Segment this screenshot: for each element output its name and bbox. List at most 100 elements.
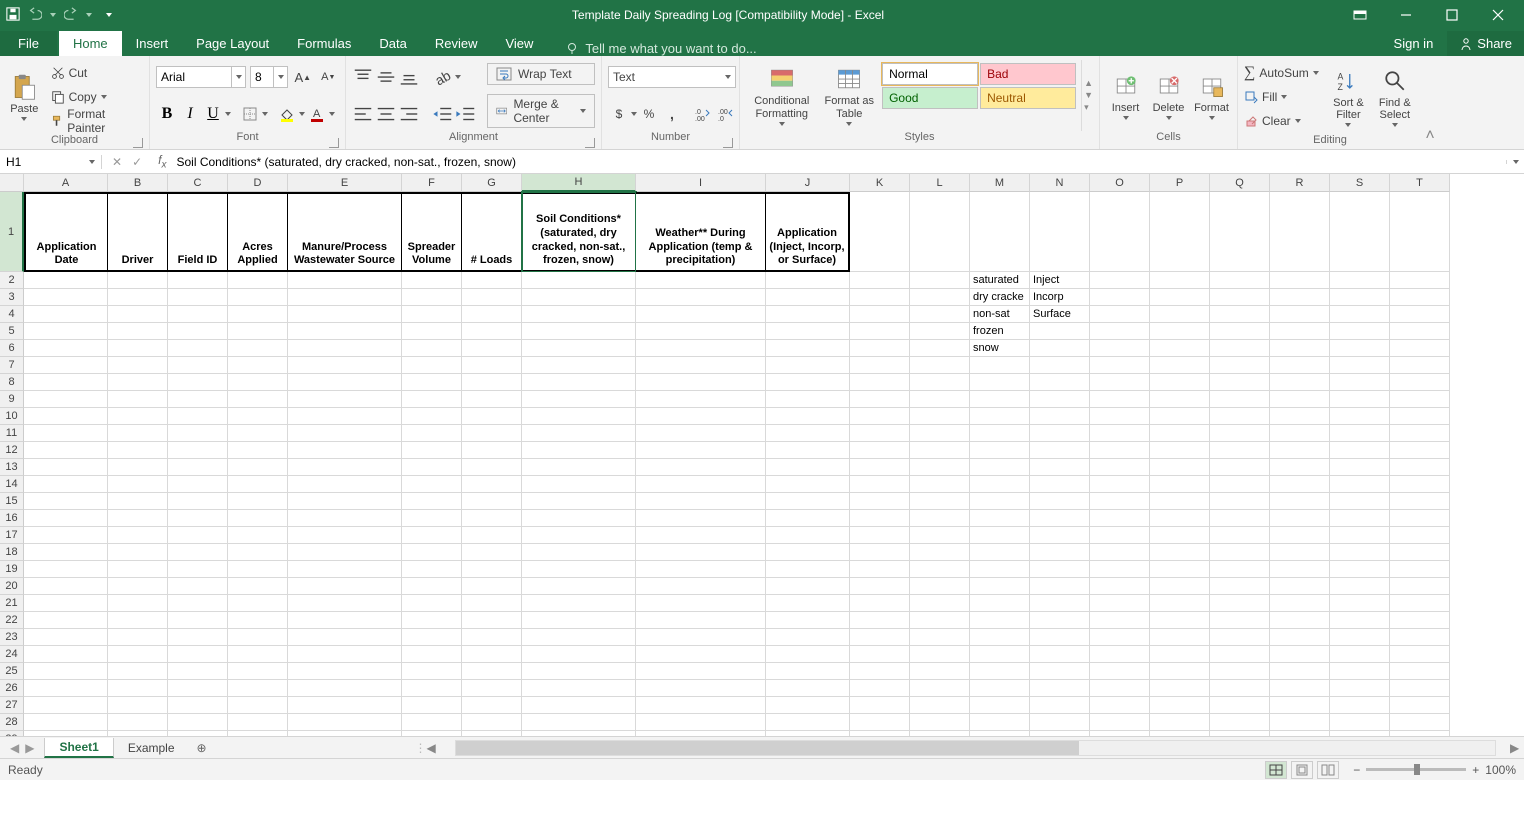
- cell[interactable]: [1270, 340, 1330, 357]
- cell[interactable]: [522, 527, 636, 544]
- cell[interactable]: [766, 442, 850, 459]
- row-header[interactable]: 26: [0, 680, 24, 697]
- cell[interactable]: [1330, 663, 1390, 680]
- cell[interactable]: [970, 697, 1030, 714]
- cell[interactable]: [1030, 425, 1090, 442]
- cell[interactable]: [910, 192, 970, 272]
- cell[interactable]: [1210, 192, 1270, 272]
- cell[interactable]: [168, 544, 228, 561]
- fill-color-dropdown-icon[interactable]: [299, 112, 305, 116]
- cell[interactable]: [1150, 629, 1210, 646]
- cell-style-neutral[interactable]: Neutral: [980, 87, 1076, 109]
- hscroll-thumb[interactable]: [456, 741, 1080, 755]
- cell[interactable]: [1150, 561, 1210, 578]
- cell[interactable]: [1330, 578, 1390, 595]
- cell[interactable]: [766, 425, 850, 442]
- cell[interactable]: Inject: [1030, 272, 1090, 289]
- cell[interactable]: [1210, 425, 1270, 442]
- cell[interactable]: [1390, 731, 1450, 736]
- cell[interactable]: [24, 731, 108, 736]
- cell[interactable]: [970, 510, 1030, 527]
- cell[interactable]: [24, 493, 108, 510]
- cell[interactable]: [1270, 306, 1330, 323]
- cell[interactable]: [1330, 714, 1390, 731]
- cell[interactable]: [1030, 663, 1090, 680]
- cell[interactable]: [462, 680, 522, 697]
- cell[interactable]: [850, 544, 910, 561]
- hscroll-right-icon[interactable]: ▶: [1510, 741, 1524, 755]
- cell[interactable]: [636, 561, 766, 578]
- cell[interactable]: [462, 612, 522, 629]
- cell[interactable]: [462, 510, 522, 527]
- cell[interactable]: [108, 425, 168, 442]
- sheet-nav-next-icon[interactable]: ▶: [25, 741, 34, 755]
- cell[interactable]: [402, 561, 462, 578]
- cell[interactable]: [1210, 646, 1270, 663]
- cell[interactable]: [462, 527, 522, 544]
- cell[interactable]: [108, 289, 168, 306]
- cell[interactable]: [850, 391, 910, 408]
- cell[interactable]: [1030, 391, 1090, 408]
- cell[interactable]: [766, 408, 850, 425]
- column-header[interactable]: T: [1390, 174, 1450, 192]
- cell[interactable]: [228, 629, 288, 646]
- cell[interactable]: [910, 459, 970, 476]
- cell[interactable]: [636, 595, 766, 612]
- cell[interactable]: [850, 510, 910, 527]
- cell[interactable]: [168, 697, 228, 714]
- cell[interactable]: [24, 357, 108, 374]
- cell[interactable]: [402, 680, 462, 697]
- row-header[interactable]: 14: [0, 476, 24, 493]
- cell[interactable]: [522, 578, 636, 595]
- close-icon[interactable]: [1476, 0, 1520, 30]
- cell[interactable]: [970, 476, 1030, 493]
- cell[interactable]: [1150, 459, 1210, 476]
- cell[interactable]: [228, 680, 288, 697]
- cell[interactable]: [462, 306, 522, 323]
- column-header[interactable]: D: [228, 174, 288, 192]
- cell[interactable]: [1390, 323, 1450, 340]
- cell[interactable]: [1270, 476, 1330, 493]
- cell[interactable]: [1150, 663, 1210, 680]
- cell[interactable]: [1330, 357, 1390, 374]
- cell[interactable]: [850, 289, 910, 306]
- column-header[interactable]: P: [1150, 174, 1210, 192]
- cell[interactable]: [636, 442, 766, 459]
- cell[interactable]: [1090, 663, 1150, 680]
- row-header[interactable]: 3: [0, 289, 24, 306]
- cell[interactable]: [168, 306, 228, 323]
- cell[interactable]: [1330, 459, 1390, 476]
- cell[interactable]: [228, 731, 288, 736]
- cell[interactable]: Soil Conditions* (saturated, dry cracked…: [522, 192, 636, 272]
- cell[interactable]: [1270, 714, 1330, 731]
- row-header[interactable]: 21: [0, 595, 24, 612]
- increase-indent-icon[interactable]: [455, 103, 477, 125]
- tab-review[interactable]: Review: [421, 31, 492, 56]
- cell[interactable]: [228, 544, 288, 561]
- cell[interactable]: [228, 612, 288, 629]
- cell[interactable]: [1210, 459, 1270, 476]
- cell[interactable]: [228, 714, 288, 731]
- cell[interactable]: [970, 544, 1030, 561]
- cell[interactable]: [1210, 561, 1270, 578]
- number-format-combo[interactable]: Text: [608, 66, 736, 88]
- cell[interactable]: [1390, 192, 1450, 272]
- cell[interactable]: [1150, 442, 1210, 459]
- cell[interactable]: [636, 272, 766, 289]
- cell[interactable]: [1390, 408, 1450, 425]
- cell[interactable]: [1210, 510, 1270, 527]
- cell[interactable]: [288, 459, 402, 476]
- orientation-icon[interactable]: ab: [432, 66, 454, 88]
- cell[interactable]: dry cracke: [970, 289, 1030, 306]
- spreadsheet-grid[interactable]: ABCDEFGHIJKLMNOPQRST 1234567891011121314…: [0, 174, 1524, 736]
- cell[interactable]: [970, 374, 1030, 391]
- cell[interactable]: [1270, 612, 1330, 629]
- cell[interactable]: [1270, 289, 1330, 306]
- cell[interactable]: [108, 561, 168, 578]
- cell[interactable]: [462, 272, 522, 289]
- cell[interactable]: [228, 663, 288, 680]
- cell[interactable]: [1390, 493, 1450, 510]
- cell[interactable]: [168, 374, 228, 391]
- cell[interactable]: [168, 357, 228, 374]
- cell[interactable]: [1270, 561, 1330, 578]
